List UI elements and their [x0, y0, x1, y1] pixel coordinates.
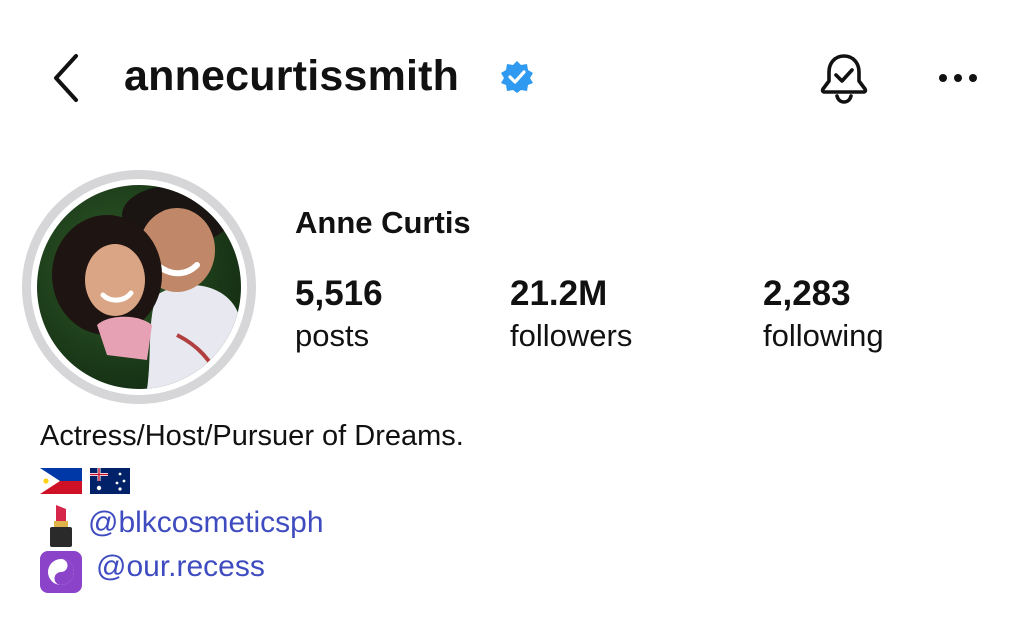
- notifications-button[interactable]: [815, 48, 873, 106]
- following-label[interactable]: following: [763, 318, 884, 354]
- flag-philippines-icon: [40, 468, 82, 494]
- profile-username: annecurtissmith: [124, 52, 460, 100]
- more-dots-icon: [939, 74, 977, 82]
- followers-label[interactable]: followers: [510, 318, 632, 354]
- more-options-button[interactable]: [935, 58, 981, 98]
- followers-count[interactable]: 21.2M: [510, 274, 607, 314]
- following-count[interactable]: 2,283: [763, 274, 851, 314]
- posts-label[interactable]: posts: [295, 318, 369, 354]
- bell-check-icon: [820, 54, 868, 104]
- lipstick-icon: [46, 503, 76, 547]
- flag-australia-icon: [90, 468, 130, 494]
- bio-text: Actress/Host/Pursuer of Dreams.: [40, 420, 464, 452]
- back-chevron-icon: [54, 54, 78, 102]
- back-button[interactable]: [44, 50, 88, 106]
- yin-yang-icon: [40, 551, 82, 593]
- verified-badge-icon: [500, 60, 534, 94]
- display-name: Anne Curtis: [295, 205, 471, 240]
- bio-link-our-recess[interactable]: @our.recess: [96, 550, 265, 584]
- profile-avatar[interactable]: [37, 185, 241, 389]
- posts-count[interactable]: 5,516: [295, 274, 383, 314]
- bio-link-blkcosmeticsph[interactable]: @blkcosmeticsph: [88, 506, 324, 540]
